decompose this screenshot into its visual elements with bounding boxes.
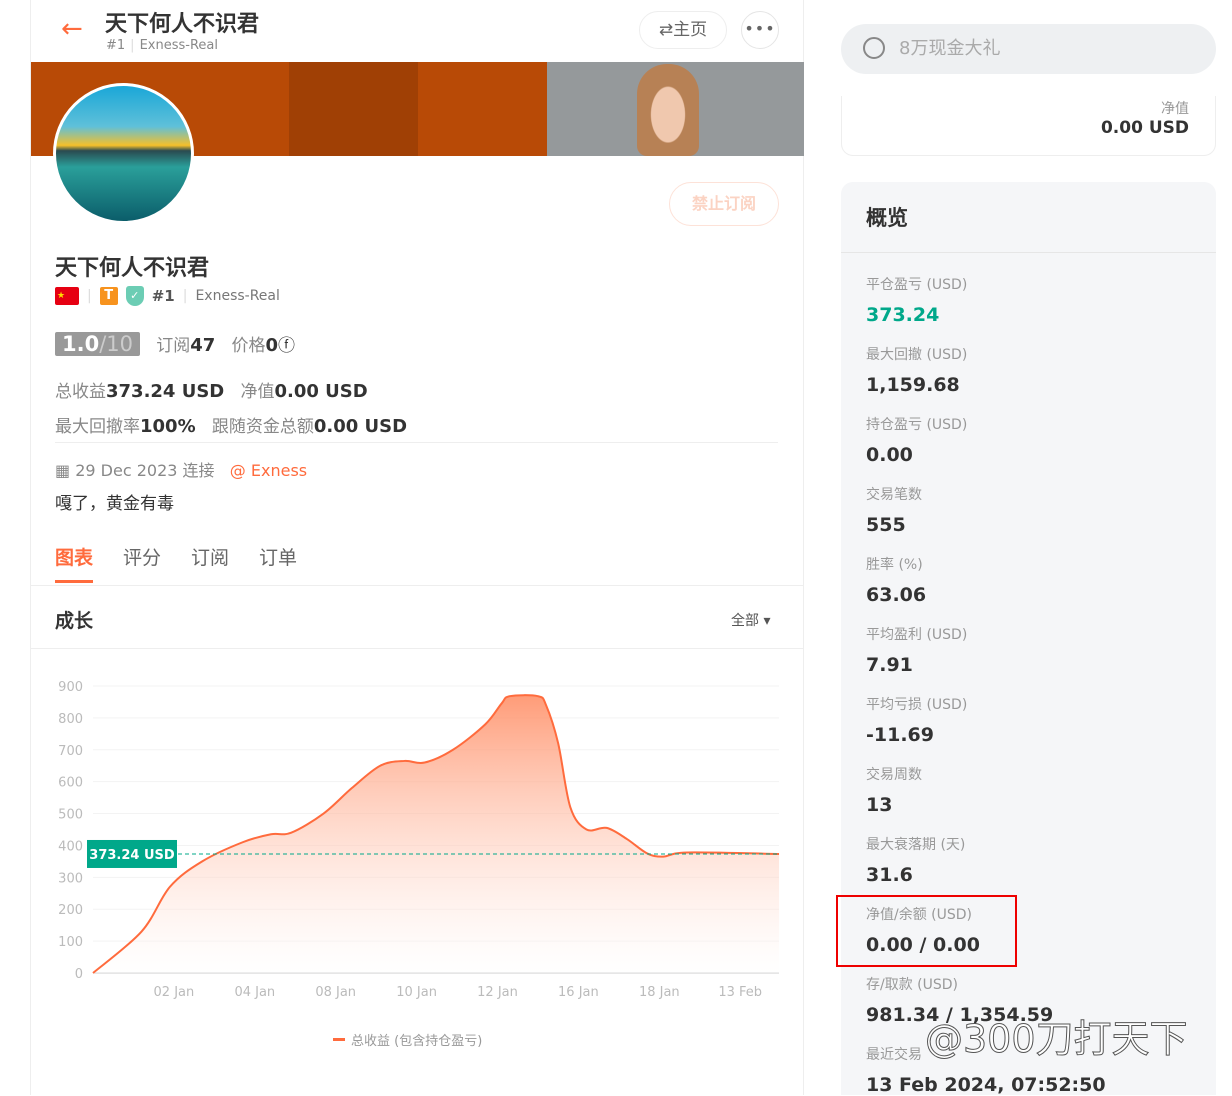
avatar bbox=[53, 83, 194, 224]
x-tick-label: 18 Jan bbox=[639, 985, 680, 1000]
tier-badge-icon: T bbox=[99, 287, 118, 305]
stat-value: 31.6 bbox=[866, 864, 913, 886]
stat-item: 平仓盈亏 (USD) 373.24 bbox=[866, 274, 967, 326]
server: Exness-Real bbox=[195, 288, 280, 304]
stat-value: 63.06 bbox=[866, 584, 927, 606]
stat-value: -11.69 bbox=[866, 724, 934, 746]
y-tick-label: 600 bbox=[58, 776, 83, 791]
rank: #1 bbox=[106, 38, 126, 53]
x-tick-label: 04 Jan bbox=[234, 985, 275, 1000]
y-tick-label: 300 bbox=[58, 871, 83, 886]
equity-card: 净值 0.00 USD bbox=[841, 96, 1216, 156]
stat-value: 13 Feb 2024, 07:52:50 bbox=[866, 1074, 1106, 1096]
tabs: 图表 评分 订阅 订单 bbox=[55, 543, 297, 583]
drawdown-row: 最大回撤率100% 跟随资金总额0.00 USD bbox=[55, 416, 408, 437]
calendar-icon: ▦ bbox=[55, 461, 71, 480]
search-icon bbox=[863, 37, 885, 59]
growth-title: 成长 bbox=[55, 610, 94, 632]
x-tick-label: 02 Jan bbox=[154, 985, 195, 1000]
stat-label: 最大回撤 (USD) bbox=[866, 347, 968, 363]
broker-link[interactable]: @ Exness bbox=[230, 461, 307, 480]
tab-subscribe[interactable]: 订阅 bbox=[191, 543, 229, 583]
stat-label: 平仓盈亏 (USD) bbox=[866, 277, 968, 293]
stat-label: 交易笔数 bbox=[866, 487, 922, 503]
home-button[interactable]: ⇄主页 bbox=[639, 11, 727, 49]
stat-value: 1,159.68 bbox=[866, 374, 960, 396]
x-tick-label: 16 Jan bbox=[558, 985, 599, 1000]
y-tick-label: 800 bbox=[58, 712, 83, 727]
y-tick-label: 700 bbox=[58, 744, 83, 759]
price: 0 bbox=[265, 335, 279, 356]
y-tick-label: 900 bbox=[58, 680, 83, 695]
more-button[interactable]: ••• bbox=[741, 11, 779, 49]
page-title: 天下何人不识君 bbox=[105, 12, 260, 37]
range-filter-dropdown[interactable]: 全部 ▾ bbox=[731, 610, 770, 630]
china-flag-icon: ★ bbox=[55, 287, 79, 305]
stat-item: 交易笔数 555 bbox=[866, 484, 922, 536]
bio: 嘎了，黄金有毒 bbox=[55, 494, 174, 514]
profit-row: 总收益373.24 USD 净值0.00 USD bbox=[55, 381, 368, 402]
score-badge: 1.0/10 bbox=[55, 332, 140, 356]
profile-meta: ★ | T ✓ #1 | Exness-Real bbox=[55, 286, 280, 306]
stat-item: 持仓盈亏 (USD) 0.00 bbox=[866, 414, 967, 466]
stat-value: 0.00 bbox=[866, 444, 913, 466]
rank: #1 bbox=[151, 287, 175, 305]
stat-item: 最大回撤 (USD) 1,159.68 bbox=[866, 344, 967, 396]
back-arrow-icon[interactable]: ← bbox=[61, 14, 83, 44]
stat-item: 胜率 (%) 63.06 bbox=[866, 554, 926, 606]
header-subtitle: #1 | Exness-Real bbox=[106, 38, 218, 53]
y-tick-label: 500 bbox=[58, 808, 83, 823]
stat-value: 373.24 bbox=[866, 304, 940, 326]
y-tick-label: 0 bbox=[75, 967, 83, 982]
stat-label: 平均亏损 (USD) bbox=[866, 697, 968, 713]
current-value-label: 373.24 USD bbox=[89, 848, 175, 863]
stat-item: 平均盈利 (USD) 7.91 bbox=[866, 624, 967, 676]
overview-title: 概览 bbox=[841, 182, 1216, 253]
search-input[interactable]: 8万现金大礼 bbox=[841, 24, 1216, 74]
cover-photo bbox=[637, 64, 699, 156]
score-row: 1.0/10 订阅47 价格0ⓕ bbox=[55, 331, 295, 356]
overview-panel: 概览 平仓盈亏 (USD) 373.24 最大回撤 (USD) 1,159.68 持仓盈… bbox=[836, 182, 1216, 1096]
tab-rating[interactable]: 评分 bbox=[123, 543, 161, 583]
highlight-box bbox=[836, 895, 1017, 967]
coin-icon: ⓕ bbox=[278, 336, 296, 356]
legend-label[interactable]: 总收益 (包含持仓盈亏) bbox=[351, 1033, 482, 1049]
stat-value: 555 bbox=[866, 514, 906, 536]
verified-shield-icon: ✓ bbox=[125, 286, 144, 306]
x-tick-label: 10 Jan bbox=[396, 985, 437, 1000]
stat-label: 交易周数 bbox=[866, 767, 922, 783]
y-tick-label: 200 bbox=[58, 903, 83, 918]
subs-count: 47 bbox=[190, 335, 216, 356]
stat-label: 最大衰落期 (天) bbox=[866, 837, 966, 853]
tab-orders[interactable]: 订单 bbox=[259, 543, 297, 583]
legend-swatch bbox=[333, 1038, 345, 1041]
area-fill bbox=[93, 695, 780, 973]
x-tick-label: 08 Jan bbox=[315, 985, 356, 1000]
stat-label: 胜率 (%) bbox=[866, 557, 923, 573]
stat-label: 存/取款 (USD) bbox=[866, 977, 959, 993]
server: Exness-Real bbox=[139, 38, 218, 53]
stat-item: 交易周数 13 bbox=[866, 764, 922, 816]
stat-item: 最大衰落期 (天) 31.6 bbox=[866, 834, 965, 886]
profile-name: 天下何人不识君 bbox=[55, 256, 210, 281]
growth-chart: 0 100 200 300 400 500 600 700 800 900 02 Jan 04 Jan… bbox=[58, 680, 780, 1049]
stat-label: 持仓盈亏 (USD) bbox=[866, 417, 968, 433]
x-tick-label: 13 Feb bbox=[718, 985, 762, 1000]
y-tick-label: 400 bbox=[58, 839, 83, 854]
stat-value: 13 bbox=[866, 794, 893, 816]
stat-item: 平均亏损 (USD) -11.69 bbox=[866, 694, 967, 746]
header: ← 天下何人不识君 #1 | Exness-Real ⇄主页 ••• bbox=[31, 0, 803, 62]
profile-panel: ← 天下何人不识君 #1 | Exness-Real ⇄主页 ••• 禁止订阅 天下… bbox=[30, 0, 804, 1095]
tab-chart[interactable]: 图表 bbox=[55, 543, 94, 583]
connect-row: ▦ 29 Dec 2023 连接 @ Exness bbox=[55, 461, 308, 480]
block-subscribe-button[interactable]: 禁止订阅 bbox=[669, 182, 779, 226]
stat-label: 平均盈利 (USD) bbox=[866, 627, 968, 643]
y-tick-label: 100 bbox=[58, 935, 83, 950]
x-tick-label: 12 Jan bbox=[477, 985, 518, 1000]
stat-value: 7.91 bbox=[866, 654, 913, 676]
watermark: @300刀打天下 bbox=[925, 1017, 1189, 1062]
